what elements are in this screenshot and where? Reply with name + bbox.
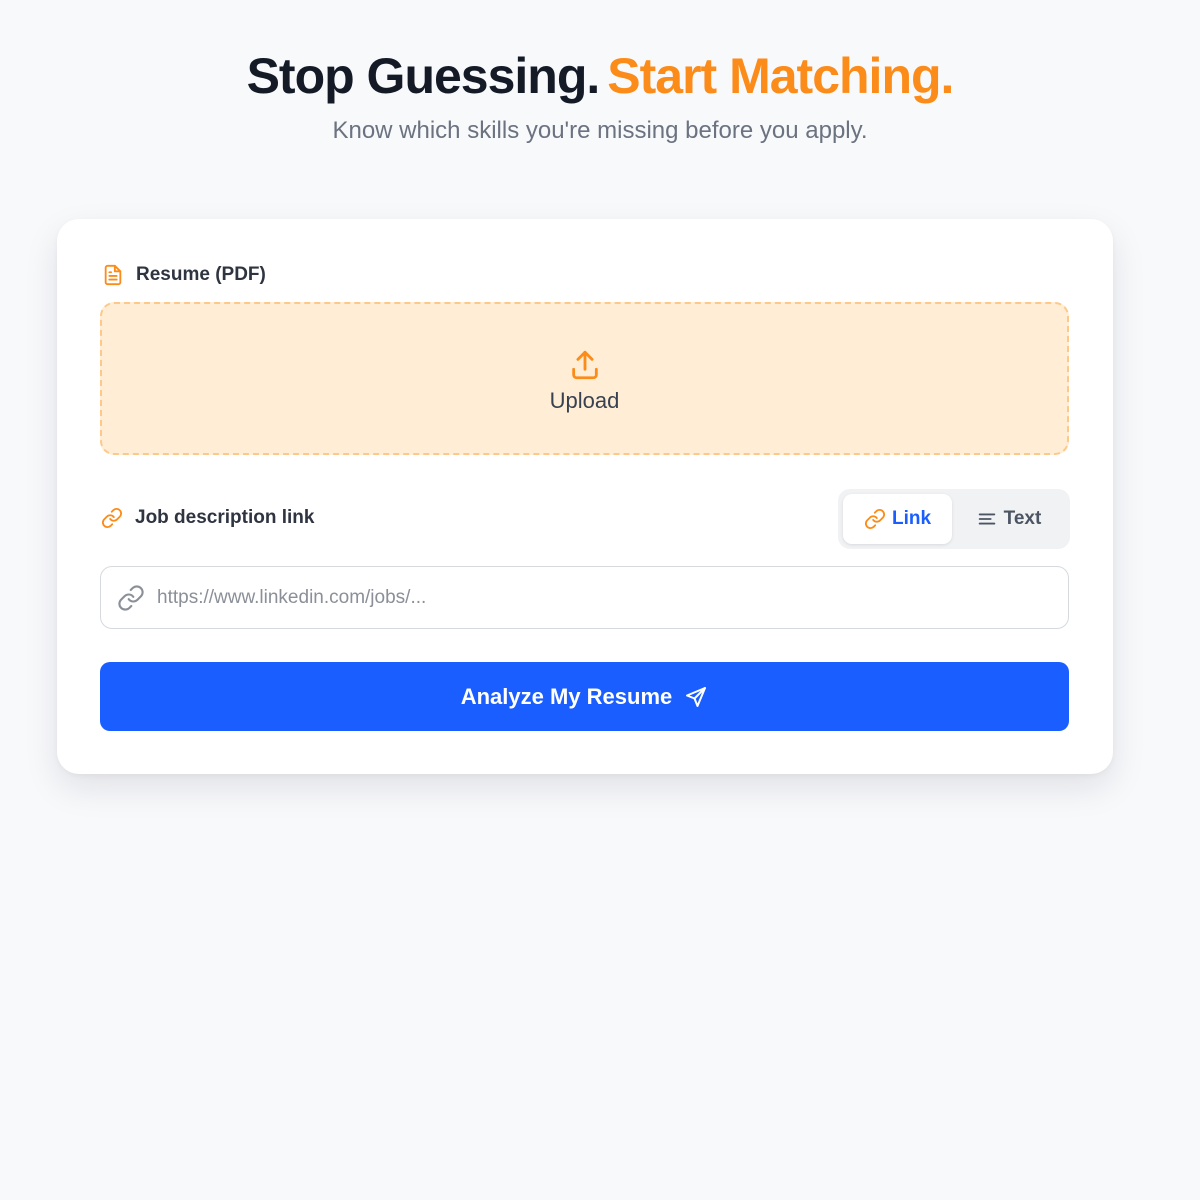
mode-text-label: Text [1003, 508, 1042, 529]
title-part-1: Stop Guessing. [246, 48, 601, 104]
job-url-field[interactable] [100, 566, 1069, 629]
job-description-label: Job description link [101, 507, 314, 529]
send-icon [684, 685, 708, 709]
upload-label: Upload [549, 387, 620, 413]
job-description-label-text: Job description link [135, 507, 315, 528]
analyze-button-label: Analyze My Resume [460, 683, 673, 709]
file-text-icon [102, 264, 124, 286]
analyzer-card: Resume (PDF) Upload Job description link [57, 219, 1113, 774]
page-subtitle: Know which skills you're missing before … [332, 117, 868, 144]
input-mode-toggle: Link Text [838, 489, 1070, 549]
title-part-2: Start Matching. [607, 48, 954, 104]
mode-link-label: Link [891, 508, 932, 529]
resume-label-text: Resume (PDF) [136, 264, 266, 285]
hero: Stop Guessing. Start Matching. Know which… [0, 46, 1200, 146]
page: Stop Guessing. Start Matching. Know which… [0, 0, 1200, 1200]
resume-dropzone[interactable]: Upload [100, 302, 1069, 455]
analyze-button[interactable]: Analyze My Resume [100, 662, 1069, 731]
align-left-icon [976, 508, 998, 530]
page-title: Stop Guessing. Start Matching. [0, 46, 1200, 106]
link-icon [101, 507, 123, 529]
link-icon [864, 508, 886, 530]
mode-link-button[interactable]: Link [843, 494, 952, 544]
resume-label: Resume (PDF) [102, 264, 266, 286]
job-url-input[interactable] [157, 567, 1068, 628]
mode-text-button[interactable]: Text [952, 494, 1065, 544]
upload-icon [568, 348, 602, 382]
link-icon [117, 584, 145, 612]
